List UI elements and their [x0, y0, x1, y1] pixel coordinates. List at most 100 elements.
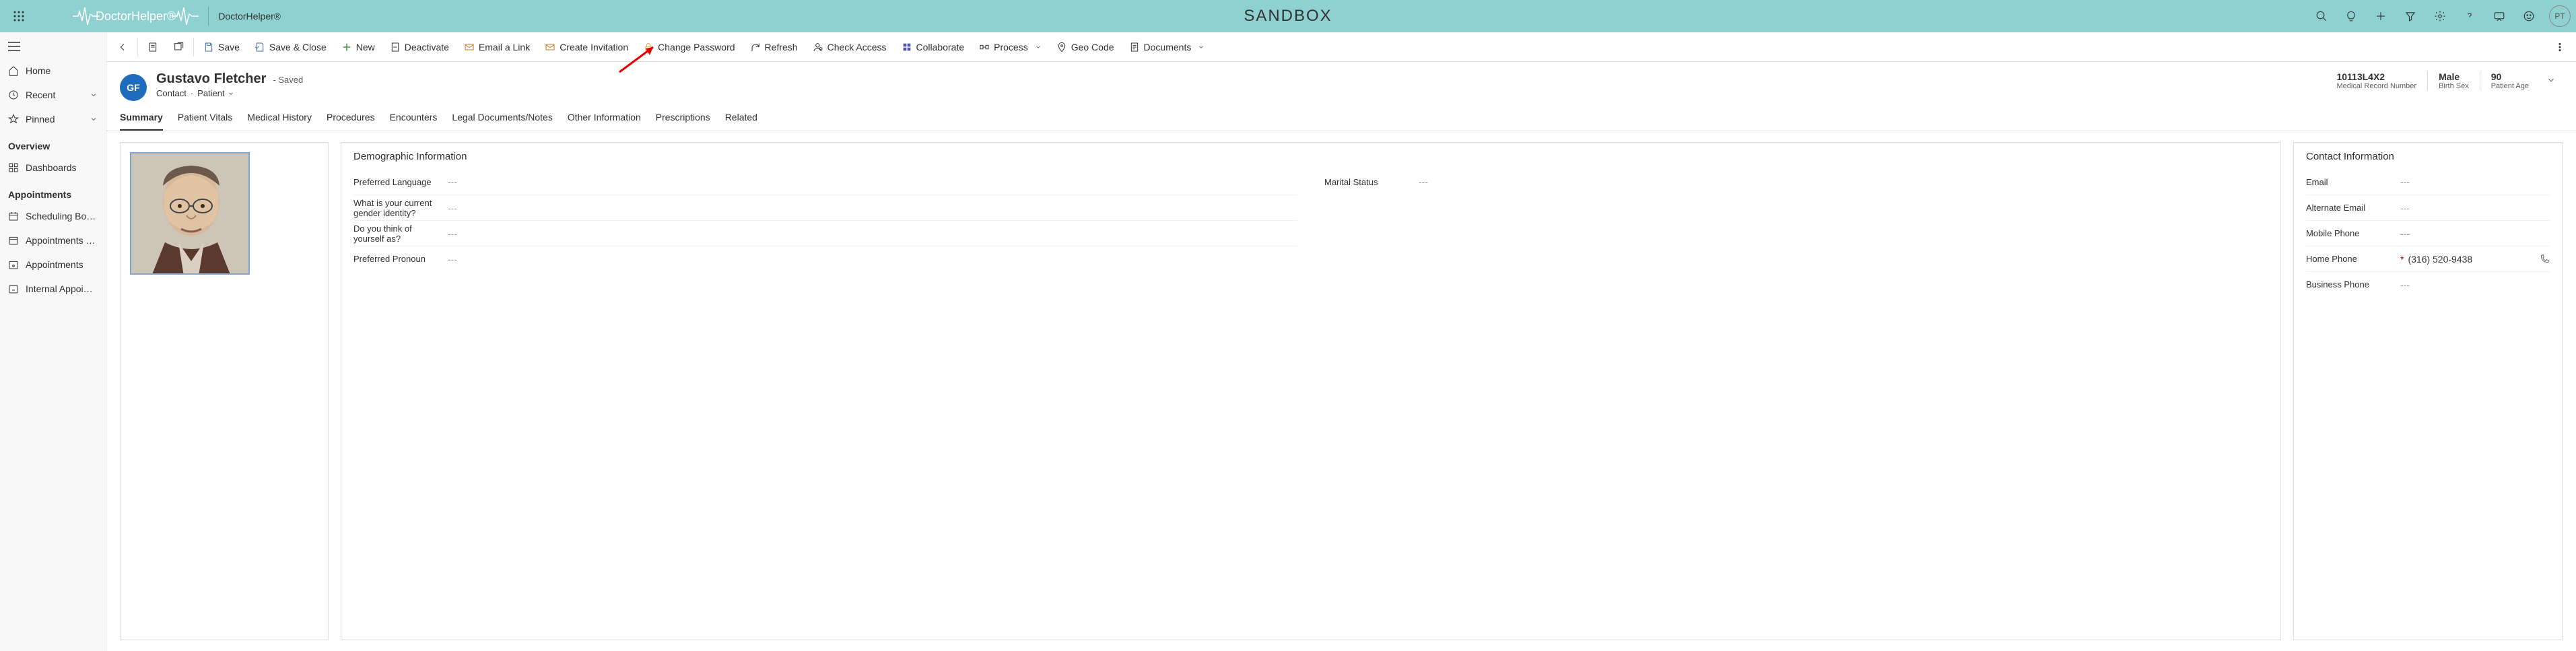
refresh-label: Refresh: [765, 42, 798, 53]
field-mobile-phone[interactable]: Mobile Phone ---: [2306, 220, 2550, 246]
new-label: New: [356, 42, 375, 53]
field-value: ---: [2400, 203, 2550, 213]
nav-section-appointments: Appointments: [0, 180, 106, 204]
save-label: Save: [218, 42, 240, 53]
field-value: ---: [2400, 176, 2550, 187]
field-value: ---: [1419, 176, 2268, 187]
nav-internal-appoint-label: Internal Appoint...: [26, 283, 98, 294]
new-button[interactable]: New: [335, 36, 382, 58]
tab-related[interactable]: Related: [725, 112, 757, 131]
collaborate-button[interactable]: Collaborate: [895, 36, 972, 58]
lightbulb-icon[interactable]: [2338, 3, 2365, 30]
save-button[interactable]: Save: [197, 36, 246, 58]
refresh-button[interactable]: Refresh: [743, 36, 805, 58]
field-label: Email: [2306, 177, 2400, 187]
nav-dashboards[interactable]: Dashboards: [0, 156, 106, 180]
filter-icon[interactable]: [2397, 3, 2424, 30]
header-expand-button[interactable]: [2540, 71, 2563, 91]
meta-age-label: Patient Age: [2491, 82, 2529, 90]
nav-recent[interactable]: Recent: [0, 83, 106, 107]
chat-icon[interactable]: [2486, 3, 2513, 30]
required-indicator: *: [2400, 254, 2404, 265]
command-bar: Save Save & Close New Deactivate Email a…: [106, 32, 2576, 62]
product-logo: DoctorHelper®: [73, 6, 199, 26]
tab-other-information[interactable]: Other Information: [568, 112, 641, 131]
field-marital-status[interactable]: Marital Status ---: [1324, 169, 2268, 195]
more-commands-button[interactable]: [2548, 36, 2572, 58]
chevron-down-icon: [90, 91, 98, 99]
nav-home-label: Home: [26, 65, 98, 76]
nav-collapse-button[interactable]: [0, 36, 106, 59]
field-gender-identity[interactable]: What is your current gender identity? --…: [353, 195, 1297, 220]
field-email[interactable]: Email ---: [2306, 169, 2550, 195]
nav-appointments[interactable]: Appointments: [0, 252, 106, 277]
field-value: ---: [2400, 279, 2550, 290]
user-avatar[interactable]: PT: [2549, 5, 2571, 27]
search-icon[interactable]: [2308, 3, 2335, 30]
field-home-phone[interactable]: Home Phone * (316) 520-9438: [2306, 246, 2550, 271]
field-label: Marital Status: [1324, 177, 1419, 187]
documents-button[interactable]: Documents: [1122, 36, 1212, 58]
field-label: Do you think of yourself as?: [353, 224, 448, 244]
record-form-selector[interactable]: Patient: [197, 88, 234, 98]
open-new-window-button[interactable]: [166, 36, 191, 58]
help-icon[interactable]: [2456, 3, 2483, 30]
create-invitation-label: Create Invitation: [560, 42, 628, 53]
process-button[interactable]: Process: [972, 36, 1048, 58]
content-area: Save Save & Close New Deactivate Email a…: [106, 32, 2576, 651]
back-button[interactable]: [110, 36, 135, 58]
product-logo-text: DoctorHelper®: [96, 9, 176, 24]
app-name: DoctorHelper®: [218, 11, 281, 22]
deactivate-button[interactable]: Deactivate: [383, 36, 456, 58]
record-title: Gustavo Fletcher: [156, 71, 266, 87]
form-selector-button[interactable]: [141, 36, 165, 58]
check-access-button[interactable]: Check Access: [806, 36, 893, 58]
demographic-title: Demographic Information: [353, 151, 2268, 162]
nav-internal-appoint[interactable]: Internal Appoint...: [0, 277, 106, 301]
field-think-of-yourself[interactable]: Do you think of yourself as? ---: [353, 220, 1297, 246]
record-header: GF Gustavo Fletcher - Saved Contact · Pa…: [106, 62, 2576, 101]
geo-code-label: Geo Code: [1071, 42, 1114, 53]
site-nav: Home Recent Pinned Overview Dashboards A…: [0, 32, 106, 651]
geo-code-button[interactable]: Geo Code: [1050, 36, 1121, 58]
contact-panel: Contact Information Email --- Alternate …: [2293, 142, 2563, 640]
patient-photo[interactable]: [130, 152, 250, 275]
contact-title: Contact Information: [2306, 151, 2550, 162]
tab-prescriptions[interactable]: Prescriptions: [656, 112, 710, 131]
record-entity: Contact: [156, 88, 187, 98]
chevron-down-icon: [228, 90, 234, 97]
tab-summary[interactable]: Summary: [120, 112, 163, 131]
tab-patient-vitals[interactable]: Patient Vitals: [178, 112, 232, 131]
plus-icon[interactable]: [2367, 3, 2394, 30]
email-link-button[interactable]: Email a Link: [457, 36, 537, 58]
nav-home[interactable]: Home: [0, 59, 106, 83]
create-invitation-button[interactable]: Create Invitation: [538, 36, 635, 58]
email-link-label: Email a Link: [479, 42, 530, 53]
documents-label: Documents: [1144, 42, 1192, 53]
tab-legal-documents[interactable]: Legal Documents/Notes: [452, 112, 552, 131]
nav-appointments-bo[interactable]: Appointments Bo...: [0, 228, 106, 252]
field-preferred-language[interactable]: Preferred Language ---: [353, 169, 1297, 195]
nav-scheduling-board[interactable]: Scheduling Board: [0, 204, 106, 228]
field-value: ---: [448, 228, 1297, 239]
field-value: ---: [448, 176, 1297, 187]
save-close-button[interactable]: Save & Close: [248, 36, 333, 58]
save-close-label: Save & Close: [269, 42, 327, 53]
phone-icon[interactable]: [2539, 254, 2550, 265]
tab-medical-history[interactable]: Medical History: [247, 112, 312, 131]
assistant-icon[interactable]: [2515, 3, 2542, 30]
field-alt-email[interactable]: Alternate Email ---: [2306, 195, 2550, 220]
process-label: Process: [994, 42, 1028, 53]
field-business-phone[interactable]: Business Phone ---: [2306, 271, 2550, 297]
field-label: Home Phone: [2306, 254, 2400, 264]
change-password-button[interactable]: Change Password: [636, 36, 741, 58]
tab-encounters[interactable]: Encounters: [390, 112, 438, 131]
nav-section-overview: Overview: [0, 131, 106, 156]
tab-procedures[interactable]: Procedures: [327, 112, 375, 131]
chevron-down-icon: [90, 115, 98, 123]
gear-icon[interactable]: [2427, 3, 2453, 30]
field-preferred-pronoun[interactable]: Preferred Pronoun ---: [353, 246, 1297, 271]
field-label: What is your current gender identity?: [353, 198, 448, 218]
nav-pinned[interactable]: Pinned: [0, 107, 106, 131]
app-launcher-icon[interactable]: [5, 3, 32, 30]
